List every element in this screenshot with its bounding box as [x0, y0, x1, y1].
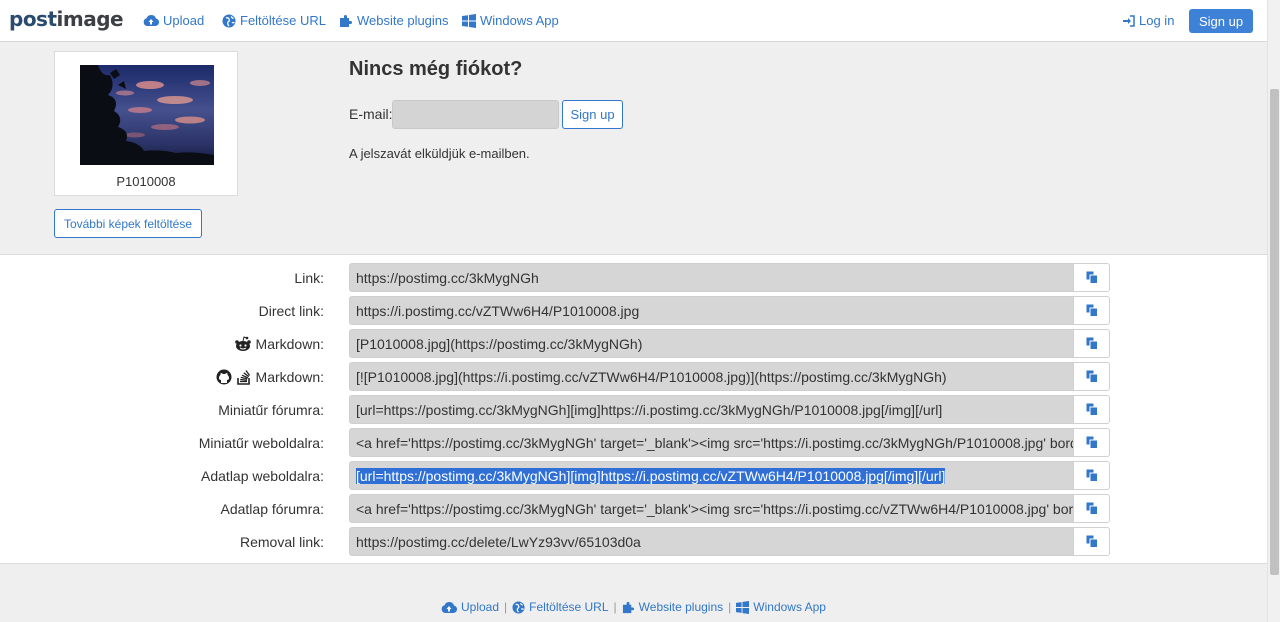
direct-link-field[interactable]: https://i.postimg.cc/vZTWw6H4/P1010008.j… — [349, 296, 1073, 325]
header-signup-button[interactable]: Sign up — [1189, 9, 1253, 33]
login-link[interactable]: Log in — [1123, 13, 1174, 28]
nav-plugins-label: Website plugins — [357, 13, 449, 28]
fullsize-website-row: Adatlap weboldalra: [url=https://postimg… — [0, 461, 1267, 490]
uploaded-image-card: P1010008 — [54, 51, 238, 196]
copy-icon — [1086, 502, 1098, 515]
thumbnail-website-field[interactable]: <a href='https://postimg.cc/3kMygNGh' ta… — [349, 428, 1073, 457]
footer-url-upload-link[interactable]: Feltöltése URL — [512, 600, 609, 614]
page-scrollbar[interactable] — [1267, 0, 1280, 622]
fullsize-forum-label: Adatlap fórumra: — [220, 501, 325, 517]
footer-plugins-link[interactable]: Website plugins — [622, 600, 723, 614]
sign-in-icon — [1123, 14, 1135, 27]
reddit-icon — [234, 336, 252, 352]
stackoverflow-icon — [236, 369, 252, 385]
markdown-reddit-row: Markdown: [P1010008.jpg](https://postimg… — [0, 329, 1267, 358]
postimage-logo[interactable]: postimage — [9, 7, 124, 31]
nav-windows-app-label: Windows App — [480, 13, 559, 28]
copy-icon — [1086, 469, 1098, 482]
puzzle-icon — [339, 14, 353, 28]
thumbnail-forum-label: Miniatűr fórumra: — [218, 402, 324, 418]
copy-button[interactable] — [1073, 428, 1110, 457]
markdown-reddit-field[interactable]: [P1010008.jpg](https://postimg.cc/3kMygN… — [349, 329, 1073, 358]
removal-link-label: Removal link: — [239, 534, 324, 550]
scrollbar-thumb[interactable] — [1270, 89, 1279, 575]
footer-upload-link[interactable]: Upload — [441, 600, 499, 614]
signup-heading: Nincs még fiókot? — [349, 58, 523, 80]
markdown-github-field[interactable]: [![P1010008.jpg](https://i.postimg.cc/vZ… — [349, 362, 1073, 391]
email-label: E-mail: — [349, 106, 393, 122]
top-navbar: postimage Upload Feltöltése URL Website … — [0, 0, 1267, 42]
footer-links: Upload | Feltöltése URL | Website plugin… — [0, 600, 1267, 614]
fullsize-forum-field[interactable]: <a href='https://postimg.cc/3kMygNGh' ta… — [349, 494, 1073, 523]
copy-button[interactable] — [1073, 329, 1110, 358]
nav-upload-link[interactable]: Upload — [143, 13, 204, 28]
removal-link-row: Removal link: https://postimg.cc/delete/… — [0, 527, 1267, 556]
copy-button[interactable] — [1073, 461, 1110, 490]
cloud-upload-icon — [143, 14, 159, 27]
login-label: Log in — [1139, 13, 1175, 28]
footer-separator: | — [613, 600, 617, 614]
footer-separator: | — [504, 600, 508, 614]
selected-text: [url=https://postimg.cc/3kMygNGh][img]ht… — [356, 468, 946, 484]
fullsize-website-label: Adatlap weboldalra: — [201, 468, 324, 484]
globe-icon — [222, 14, 236, 28]
thumbnail-website-row: Miniatűr weboldalra: <a href='https://po… — [0, 428, 1267, 457]
footer-separator: | — [728, 600, 732, 614]
uploaded-image-thumbnail[interactable] — [80, 65, 214, 165]
upload-more-images-button[interactable]: További képek feltöltése — [54, 209, 202, 238]
removal-link-field[interactable]: https://postimg.cc/delete/LwYz93vv/65103… — [349, 527, 1073, 556]
copy-button[interactable] — [1073, 296, 1110, 325]
nav-plugins-link[interactable]: Website plugins — [339, 13, 449, 28]
nav-url-upload-label: Feltöltése URL — [240, 13, 326, 28]
github-icon — [216, 369, 232, 385]
nav-url-upload-link[interactable]: Feltöltése URL — [222, 13, 326, 28]
puzzle-icon — [622, 601, 635, 614]
nav-windows-app-link[interactable]: Windows App — [462, 13, 559, 28]
link-field[interactable]: https://postimg.cc/3kMygNGh — [349, 263, 1073, 292]
markdown-github-row: Markdown: [![P1010008.jpg](https://i.pos… — [0, 362, 1267, 391]
email-input[interactable] — [392, 100, 559, 129]
markdown-reddit-label: Markdown: — [234, 336, 324, 352]
direct-link-label: Direct link: — [258, 303, 324, 319]
copy-icon — [1086, 535, 1098, 548]
copy-button[interactable] — [1073, 527, 1110, 556]
cloud-upload-icon — [441, 601, 457, 614]
share-links-panel: Link: https://postimg.cc/3kMygNGh Direct… — [0, 254, 1267, 564]
copy-button[interactable] — [1073, 395, 1110, 424]
copy-icon — [1086, 436, 1098, 449]
thumbnail-forum-row: Miniatűr fórumra: [url=https://postimg.c… — [0, 395, 1267, 424]
markdown-github-label: Markdown: — [216, 369, 324, 385]
windows-icon — [736, 600, 750, 614]
copy-button[interactable] — [1073, 494, 1110, 523]
thumbnail-forum-field[interactable]: [url=https://postimg.cc/3kMygNGh][img]ht… — [349, 395, 1073, 424]
signup-button[interactable]: Sign up — [562, 100, 623, 129]
globe-icon — [512, 600, 525, 614]
copy-button[interactable] — [1073, 263, 1110, 292]
copy-icon — [1086, 271, 1098, 284]
copy-icon — [1086, 403, 1098, 416]
copy-button[interactable] — [1073, 362, 1110, 391]
fullsize-forum-row: Adatlap fórumra: <a href='https://postim… — [0, 494, 1267, 523]
image-caption: P1010008 — [116, 174, 176, 189]
direct-link-row: Direct link: https://i.postimg.cc/vZTWw6… — [0, 296, 1267, 325]
thumbnail-website-label: Miniatűr weboldalra: — [198, 435, 324, 451]
copy-icon — [1086, 304, 1098, 317]
fullsize-website-field[interactable]: [url=https://postimg.cc/3kMygNGh][img]ht… — [349, 461, 1073, 490]
footer-windows-app-link[interactable]: Windows App — [736, 600, 826, 614]
windows-icon — [462, 13, 476, 28]
copy-icon — [1086, 337, 1098, 350]
nav-upload-label: Upload — [163, 13, 205, 28]
password-note: A jelszavát elküldjük e-mailben. — [349, 146, 530, 161]
link-label: Link: — [294, 270, 324, 286]
copy-icon — [1086, 370, 1098, 383]
link-row: Link: https://postimg.cc/3kMygNGh — [0, 263, 1267, 292]
